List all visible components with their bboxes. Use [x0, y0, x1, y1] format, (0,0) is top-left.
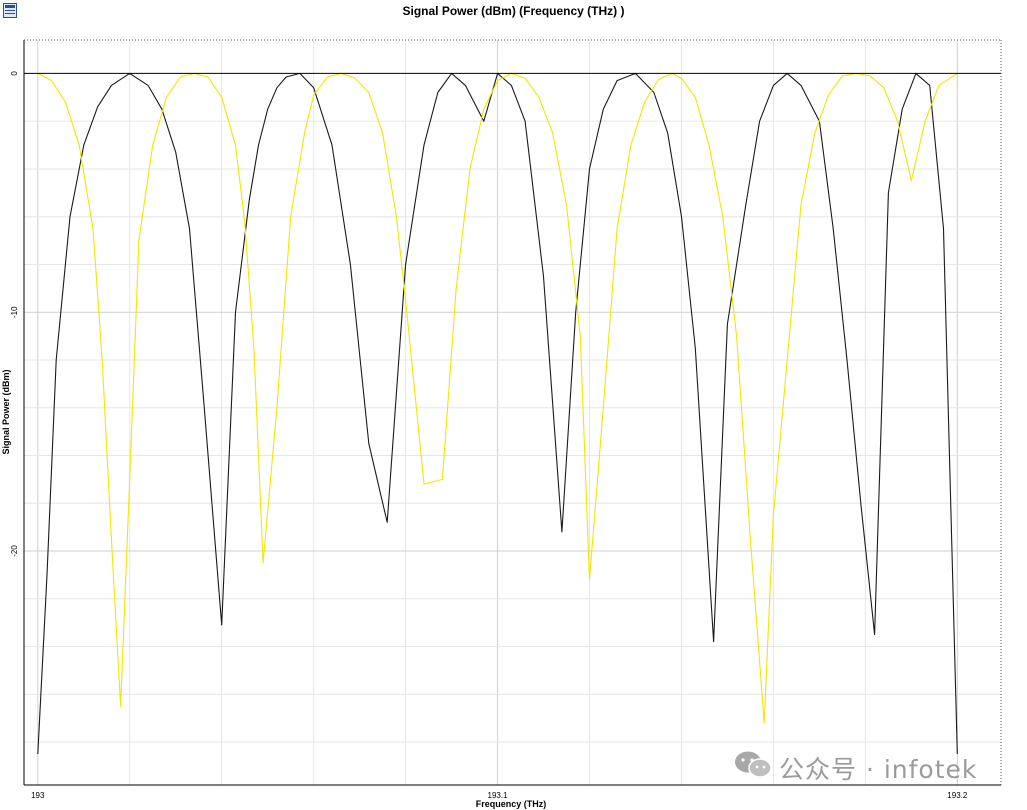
- x-tick-label: 193: [31, 791, 45, 800]
- wechat-icon: [733, 749, 773, 787]
- watermark-text: 公众号 · infotek: [779, 755, 978, 784]
- y-tick-label: -10: [10, 306, 19, 318]
- y-tick-label: -20: [10, 545, 19, 557]
- x-tick-label: 193.2: [947, 791, 968, 800]
- x-axis-label: Frequency (THz): [476, 799, 547, 809]
- plot-frame: [23, 39, 1002, 786]
- tick-labels: 193 193.1 193.20-10-20: [10, 71, 968, 800]
- y-axis-label: Signal Power (dBm): [1, 369, 11, 454]
- grid-lines: [24, 40, 1001, 785]
- watermark: 公众号 · infotek: [733, 749, 978, 787]
- y-tick-label: 0: [10, 71, 19, 76]
- chart-plot: 193 193.1 193.20-10-20 Frequency (THz) Sig…: [1, 39, 1002, 809]
